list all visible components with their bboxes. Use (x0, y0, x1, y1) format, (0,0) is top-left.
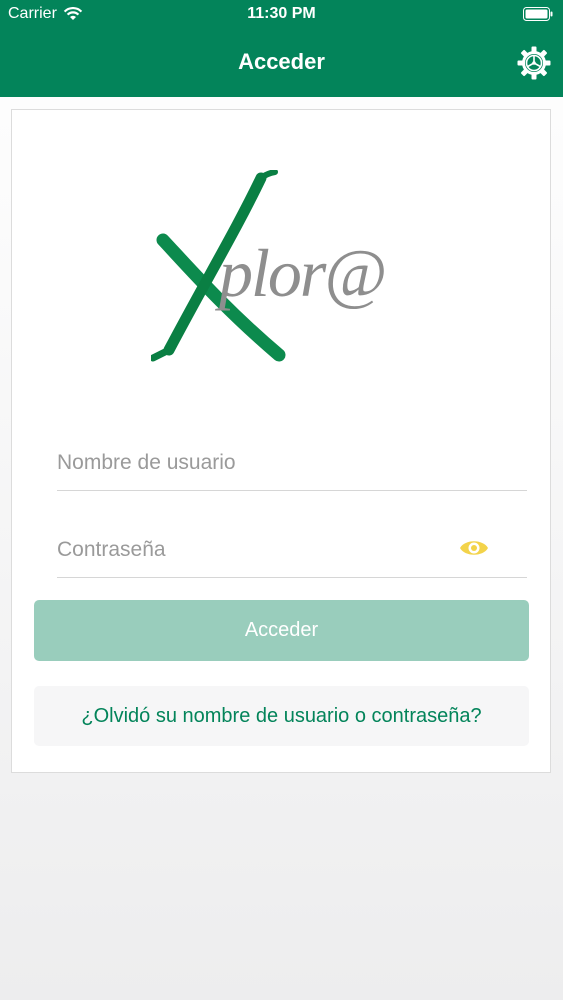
login-card: plor@ Acceder ¿Olvidó su nombre de usuar… (11, 109, 551, 773)
gear-icon[interactable] (517, 46, 551, 80)
login-button-label: Acceder (244, 619, 319, 641)
forgot-credentials-button[interactable]: ¿Olvidó su nombre de usuario o contraseñ… (34, 686, 529, 746)
username-input[interactable] (57, 443, 437, 483)
password-field[interactable] (57, 518, 527, 578)
status-time: 11:30 PM (247, 5, 316, 22)
navigation-bar: Carrier 11:30 PM Acceder (0, 0, 563, 97)
battery-icon (523, 7, 553, 21)
status-bar: Carrier 11:30 PM (0, 0, 563, 30)
logo-text: plor@ (215, 235, 385, 311)
login-button[interactable]: Acceder (34, 600, 529, 661)
eye-icon[interactable] (459, 536, 489, 560)
xplora-logo: plor@ (151, 170, 387, 362)
username-field[interactable] (57, 431, 527, 491)
page-title: Acceder (238, 49, 325, 74)
password-input[interactable] (57, 530, 437, 570)
forgot-credentials-label: ¿Olvidó su nombre de usuario o contraseñ… (81, 704, 482, 727)
